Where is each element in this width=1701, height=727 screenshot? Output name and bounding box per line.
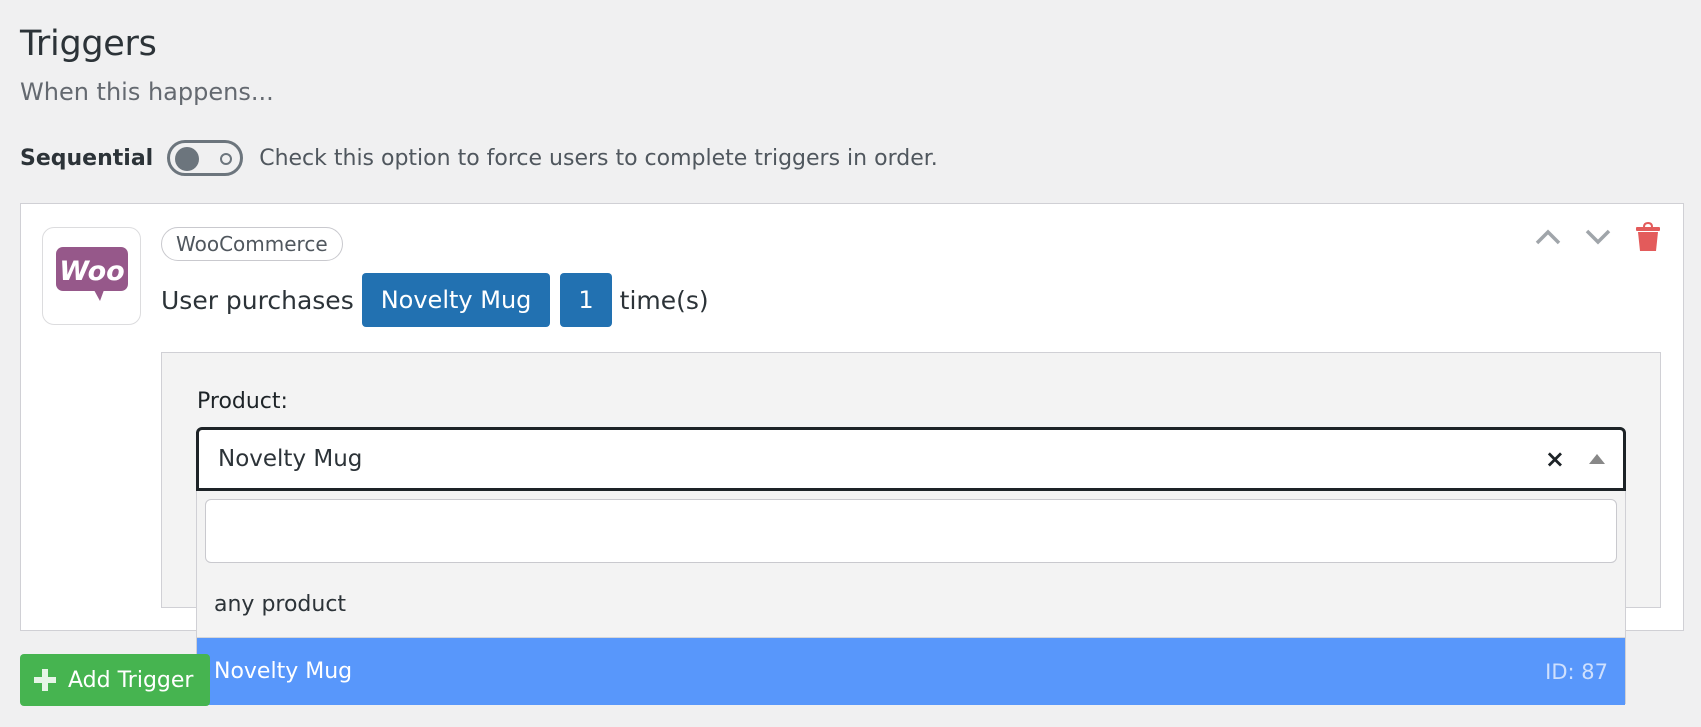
move-down-button[interactable]: [1583, 222, 1613, 252]
dropdown-option-any-product[interactable]: any product: [197, 571, 1625, 638]
option-label: Novelty Mug: [214, 659, 353, 684]
product-field-label: Product:: [197, 389, 288, 414]
product-pill-button[interactable]: Novelty Mug: [361, 273, 551, 327]
sequential-row: Sequential Check this option to force us…: [20, 138, 938, 178]
option-id: ID: 87: [1545, 659, 1608, 684]
woo-logo-svg: Woo: [55, 247, 128, 301]
trigger-sentence: User purchases Novelty Mug 1 time(s): [161, 272, 709, 328]
option-label: any product: [214, 591, 347, 617]
sequential-toggle[interactable]: [167, 140, 244, 176]
sentence-prefix: User purchases: [161, 285, 354, 315]
chevron-up-icon: [1535, 229, 1561, 245]
page-title: Triggers: [20, 24, 157, 64]
sequential-help-text: Check this option to force users to comp…: [259, 145, 938, 171]
count-pill-button[interactable]: 1: [560, 273, 612, 327]
plus-icon: [34, 669, 56, 691]
page-subtitle: When this happens...: [20, 78, 274, 106]
svg-text:Woo: Woo: [59, 256, 124, 287]
product-select-value: Novelty Mug: [218, 446, 363, 472]
move-up-button[interactable]: [1533, 222, 1563, 252]
sentence-suffix: time(s): [619, 285, 709, 315]
caret-up-icon[interactable]: [1589, 454, 1605, 464]
sequential-label: Sequential: [20, 145, 154, 171]
integration-badge: WooCommerce: [161, 227, 343, 261]
dropdown-option-novelty-mug[interactable]: Novelty Mug ID: 87: [197, 638, 1625, 705]
add-trigger-label: Add Trigger: [68, 667, 194, 693]
trash-icon: [1636, 222, 1660, 251]
woocommerce-logo-icon: Woo: [42, 227, 141, 325]
add-trigger-button[interactable]: Add Trigger: [20, 654, 210, 706]
product-select[interactable]: Novelty Mug ×: [196, 427, 1626, 491]
product-dropdown: any product Novelty Mug ID: 87: [196, 491, 1626, 705]
dropdown-search-input[interactable]: [205, 499, 1617, 563]
trigger-actions: [1533, 222, 1663, 252]
chevron-down-icon: [1585, 229, 1611, 245]
clear-selection-icon[interactable]: ×: [1545, 445, 1565, 473]
toggle-knob: [175, 147, 200, 171]
delete-button[interactable]: [1633, 222, 1663, 252]
toggle-off-indicator-icon: [220, 153, 233, 165]
